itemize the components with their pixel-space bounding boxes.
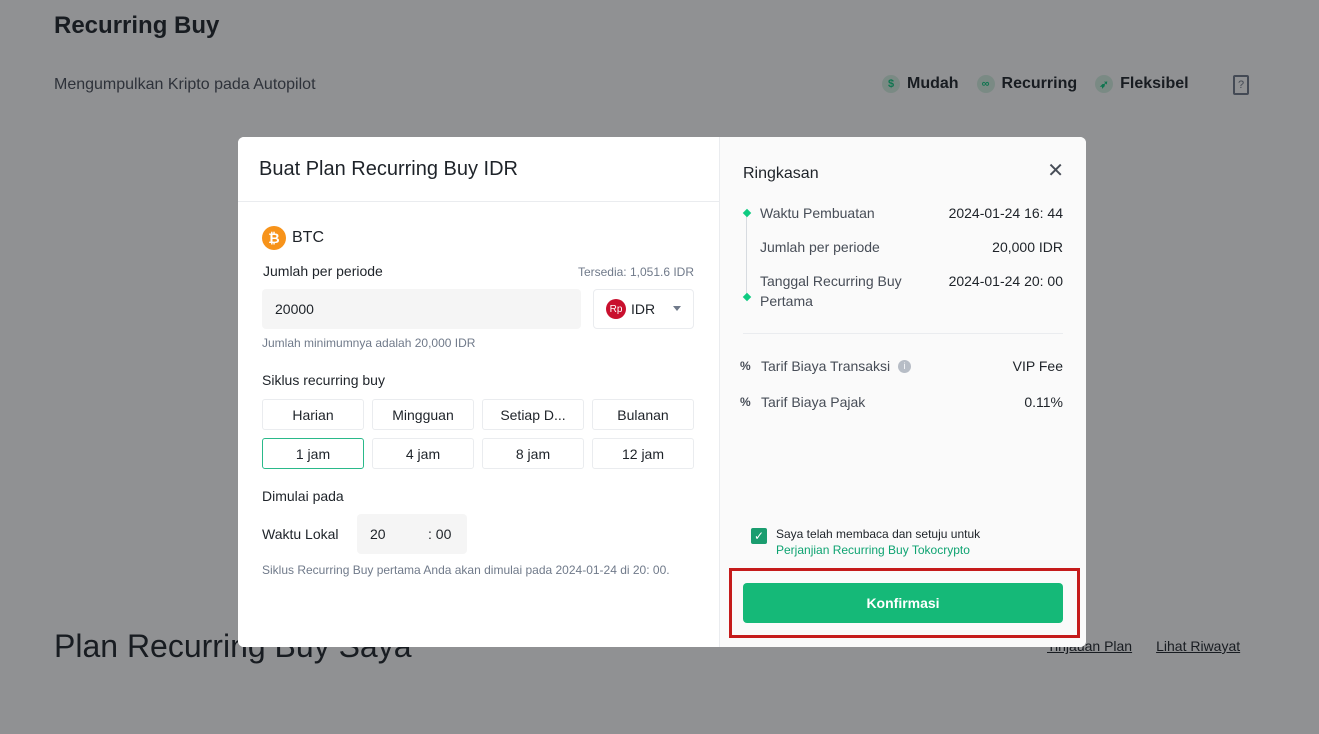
- info-icon[interactable]: i: [898, 359, 912, 373]
- hour-option-8[interactable]: 8 jam: [482, 438, 584, 469]
- currency-label: IDR: [631, 301, 656, 317]
- cycle-option-setiap[interactable]: Setiap D...: [482, 399, 584, 430]
- coin-selector: ₿ BTC: [262, 226, 324, 250]
- confirm-button[interactable]: Konfirmasi: [743, 583, 1063, 623]
- cycle-period-options: Harian Mingguan Setiap D... Bulanan: [262, 399, 694, 430]
- local-time-label: Waktu Lokal: [262, 526, 339, 542]
- hour-option-1[interactable]: 1 jam: [262, 438, 364, 469]
- start-time-input[interactable]: 20 : 00: [357, 514, 467, 554]
- fee-row-tax: % Tarif Biaya Pajak 0.11%: [740, 394, 1063, 410]
- minimum-amount-note: Jumlah minimumnya adalah 20,000 IDR: [262, 336, 476, 350]
- summary-value: 2024-01-24 20: 00: [948, 273, 1063, 289]
- close-icon[interactable]: ✕: [1047, 158, 1064, 183]
- summary-key: Waktu Pembuatan: [760, 205, 875, 221]
- fee-value: 0.11%: [1024, 394, 1063, 410]
- cycle-option-bulanan[interactable]: Bulanan: [592, 399, 694, 430]
- start-hour[interactable]: 20: [370, 526, 386, 542]
- fee-value: VIP Fee: [1012, 358, 1063, 374]
- rupiah-icon: Rp: [606, 299, 626, 319]
- agreement: ✓ Saya telah membaca dan setuju untuk Pe…: [751, 526, 980, 558]
- amount-label: Jumlah per periode: [263, 263, 383, 279]
- summary-key: Jumlah per periode: [760, 239, 880, 255]
- coin-symbol: BTC: [292, 229, 324, 246]
- cycle-label: Siklus recurring buy: [262, 372, 385, 388]
- summary-row: Jumlah per periode 20,000 IDR: [760, 237, 1063, 257]
- summary-row: Tanggal Recurring Buy Pertama 2024-01-24…: [760, 271, 1063, 311]
- fee-key: Tarif Biaya Pajak: [761, 394, 866, 410]
- summary-value: 2024-01-24 16: 44: [948, 205, 1063, 221]
- agreement-checkbox[interactable]: ✓: [751, 528, 767, 544]
- agreement-label: Saya telah membaca dan setuju untuk: [776, 527, 981, 541]
- start-minute[interactable]: : 00: [428, 526, 451, 542]
- amount-input[interactable]: [262, 289, 581, 329]
- start-note: Siklus Recurring Buy pertama Anda akan d…: [262, 563, 670, 577]
- cycle-option-harian[interactable]: Harian: [262, 399, 364, 430]
- timeline-dot: [742, 208, 752, 218]
- hour-option-4[interactable]: 4 jam: [372, 438, 474, 469]
- hour-option-12[interactable]: 12 jam: [592, 438, 694, 469]
- summary-row: Waktu Pembuatan 2024-01-24 16: 44: [760, 203, 1063, 223]
- summary-value: 20,000 IDR: [992, 239, 1063, 255]
- plan-form: Buat Plan Recurring Buy IDR ₿ BTC Jumlah…: [238, 137, 719, 647]
- fee-key: Tarif Biaya Transaksi: [761, 358, 891, 374]
- summary-key: Tanggal Recurring Buy Pertama: [760, 273, 902, 309]
- divider: [743, 333, 1063, 334]
- timeline-dot: [742, 292, 752, 302]
- summary-title: Ringkasan: [743, 165, 819, 182]
- modal-title: Buat Plan Recurring Buy IDR: [238, 137, 719, 202]
- percent-icon: %: [740, 395, 751, 409]
- timeline-line: [746, 212, 747, 296]
- fee-row-transaction: % Tarif Biaya Transaksi i VIP Fee: [740, 358, 1063, 374]
- available-balance: Tersedia: 1,051.6 IDR: [577, 265, 694, 279]
- chevron-down-icon: [673, 306, 681, 311]
- agreement-text: Saya telah membaca dan setuju untuk Perj…: [776, 526, 980, 558]
- agreement-link[interactable]: Perjanjian Recurring Buy Tokocrypto: [776, 542, 980, 558]
- summary-panel: Ringkasan ✕ Waktu Pembuatan 2024-01-24 1…: [719, 137, 1086, 647]
- cycle-hour-options: 1 jam 4 jam 8 jam 12 jam: [262, 438, 694, 469]
- currency-select[interactable]: Rp IDR: [593, 289, 694, 329]
- start-label: Dimulai pada: [262, 488, 344, 504]
- cycle-option-mingguan[interactable]: Mingguan: [372, 399, 474, 430]
- percent-icon: %: [740, 359, 751, 373]
- bitcoin-icon: ₿: [262, 226, 286, 250]
- recurring-buy-modal: Buat Plan Recurring Buy IDR ₿ BTC Jumlah…: [238, 137, 1086, 647]
